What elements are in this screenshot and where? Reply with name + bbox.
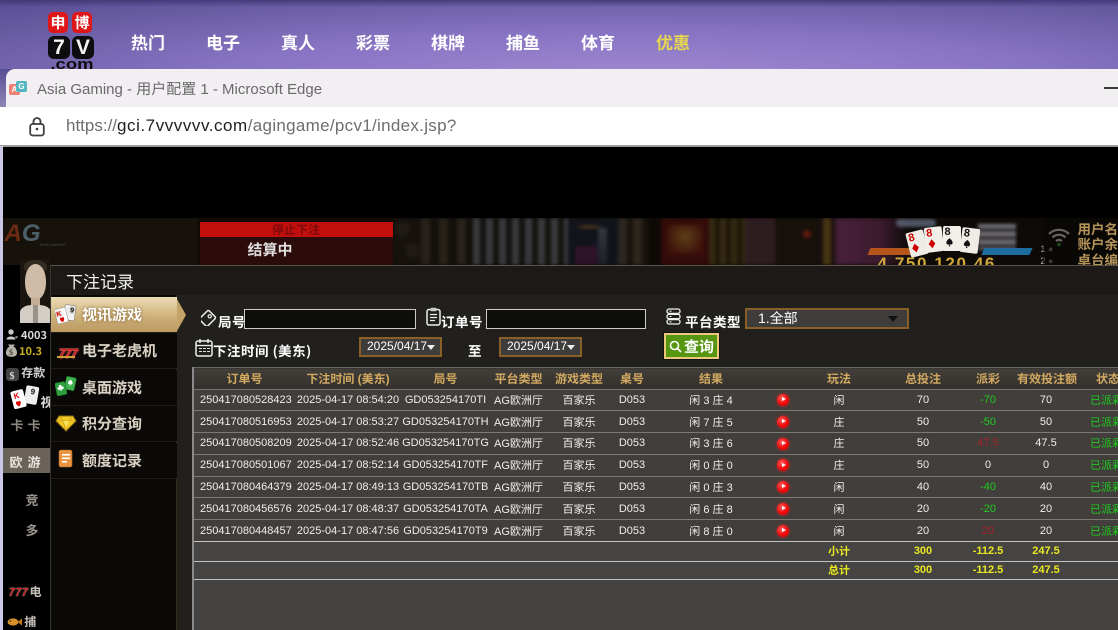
svg-text:*: * (15, 333, 18, 340)
svg-text:$: $ (9, 347, 13, 357)
